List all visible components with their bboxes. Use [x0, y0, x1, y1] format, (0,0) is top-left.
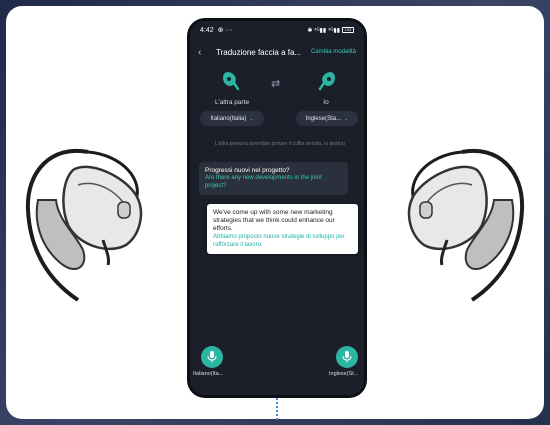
- phone-frame: 4:42 ⊕ ··· ✱ ⁴ᴳ▮▮ ⁴ᴳ▮▮ 100 ‹ Traduzione …: [187, 18, 367, 398]
- microphone-left-label: Italiano(Ita...: [193, 371, 224, 377]
- chevron-down-icon: ⌄: [344, 115, 349, 122]
- message-source-text: We've come up with some new marketing st…: [213, 209, 335, 232]
- me-label: Io: [323, 99, 329, 106]
- swap-icon[interactable]: ⇄: [271, 77, 280, 90]
- language-select-right[interactable]: Inglese(Sta... ⌄: [296, 111, 358, 126]
- left-earbud-illustration: [25, 148, 143, 302]
- microphone-button-left[interactable]: [201, 346, 223, 368]
- microphone-icon: [342, 351, 352, 363]
- status-time: 4:42: [200, 26, 214, 34]
- chevron-down-icon: ⌄: [249, 115, 254, 122]
- other-party-device[interactable]: L'altra parte: [202, 69, 262, 106]
- switch-mode-button[interactable]: Cambia modalità: [311, 49, 356, 55]
- me-device[interactable]: Io: [296, 69, 356, 106]
- signal-icons: ✱ ⁴ᴳ▮▮ ⁴ᴳ▮▮: [307, 27, 340, 34]
- earbud-icon: [318, 72, 335, 91]
- language-select-left[interactable]: Italiano(Italia) ⌄: [200, 111, 264, 126]
- usage-hint: L'altra persona dovrebbe portare il cuff…: [214, 141, 346, 147]
- language-left-value: Italiano(Italia): [210, 115, 247, 122]
- back-icon[interactable]: ‹: [198, 47, 210, 58]
- microphone-right-label: Inglese(St...: [329, 371, 359, 377]
- status-extras: ⊕ ···: [217, 27, 233, 34]
- battery-icon: 100: [342, 27, 354, 33]
- language-right-value: Inglese(Sta...: [305, 115, 342, 122]
- phone-screen: 4:42 ⊕ ··· ✱ ⁴ᴳ▮▮ ⁴ᴳ▮▮ 100 ‹ Traduzione …: [190, 21, 364, 395]
- microphone-icon: [207, 351, 217, 363]
- message-translation-text: Abbiamo proposto nuove strategie di svil…: [213, 234, 345, 248]
- message-translation-text: Are there any new developments in the jo…: [205, 175, 322, 189]
- connection-indicator: [276, 398, 278, 420]
- microphone-button-right[interactable]: [336, 346, 358, 368]
- earbud-icon: [223, 72, 240, 91]
- other-party-label: L'altra parte: [214, 99, 250, 106]
- page-title: Traduzione faccia a fa...: [216, 47, 302, 57]
- message-source-text: Progressi nuovi nel progetto?: [205, 167, 290, 174]
- right-earbud-illustration: [407, 148, 525, 302]
- status-bar: 4:42 ⊕ ··· ✱ ⁴ᴳ▮▮ ⁴ᴳ▮▮ 100: [190, 21, 364, 39]
- nav-bar: ‹ Traduzione faccia a fa... Cambia modal…: [190, 43, 364, 61]
- message-bubble-other: Progressi nuovi nel progetto? Are there …: [199, 162, 348, 195]
- message-bubble-me: We've come up with some new marketing st…: [207, 204, 358, 254]
